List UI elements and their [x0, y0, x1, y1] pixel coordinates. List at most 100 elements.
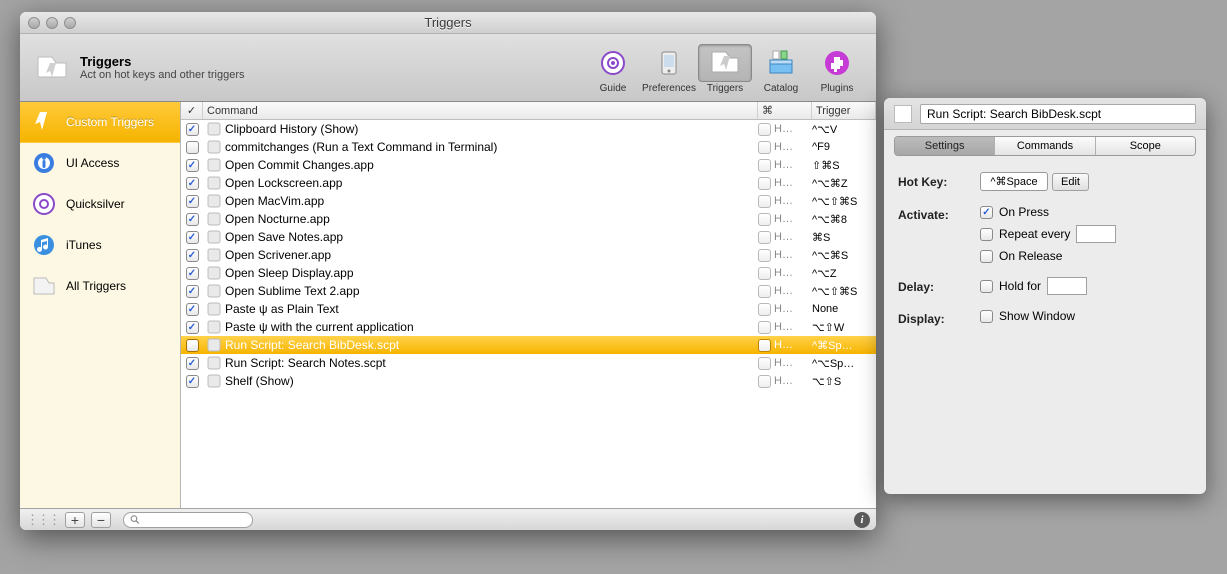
- scope-checkbox[interactable]: [758, 123, 771, 136]
- scope-checkbox[interactable]: [758, 375, 771, 388]
- table-row[interactable]: Run Script: Search Notes.scptH…^⌥Sp…: [181, 354, 876, 372]
- scope-label: H…: [774, 195, 793, 207]
- table-row[interactable]: Open Scrivener.appH…^⌥⌘S: [181, 246, 876, 264]
- table-row[interactable]: Open MacVim.appH…^⌥⇧⌘S: [181, 192, 876, 210]
- command-label: Open MacVim.app: [225, 194, 324, 208]
- search-field[interactable]: [123, 512, 253, 528]
- sidebar-item-qs[interactable]: Quicksilver: [20, 184, 180, 225]
- enabled-checkbox[interactable]: [186, 339, 199, 352]
- checkbox-icon: [980, 250, 993, 263]
- col-trigger[interactable]: Trigger: [812, 102, 876, 119]
- table-row[interactable]: commitchanges (Run a Text Command in Ter…: [181, 138, 876, 156]
- table-row[interactable]: Paste ψ with the current applicationH…⌥⇧…: [181, 318, 876, 336]
- zoom-button[interactable]: [64, 17, 76, 29]
- titlebar[interactable]: Triggers: [20, 12, 876, 34]
- onrelease-checkbox[interactable]: On Release: [980, 249, 1192, 263]
- scope-checkbox[interactable]: [758, 177, 771, 190]
- toolbar-triggers[interactable]: Triggers: [698, 42, 752, 94]
- repeat-checkbox[interactable]: Repeat every: [980, 225, 1192, 243]
- item-icon: [207, 122, 221, 136]
- enabled-checkbox[interactable]: [186, 285, 199, 298]
- hotkey-value[interactable]: ^⌘Space: [980, 172, 1048, 191]
- close-button[interactable]: [28, 17, 40, 29]
- scope-checkbox[interactable]: [758, 339, 771, 352]
- toolbar-catalog[interactable]: Catalog: [754, 42, 808, 94]
- toolbar-plugins[interactable]: Plugins: [810, 42, 864, 94]
- itunes-icon: [30, 231, 58, 259]
- enabled-checkbox[interactable]: [186, 249, 199, 262]
- repeat-value[interactable]: [1076, 225, 1116, 243]
- col-command[interactable]: Command: [203, 102, 758, 119]
- table-row[interactable]: Paste ψ as Plain TextH…None: [181, 300, 876, 318]
- table-row[interactable]: Shelf (Show)H…⌥⇧S: [181, 372, 876, 390]
- toolbar-preferences[interactable]: Preferences: [642, 42, 696, 94]
- enabled-checkbox[interactable]: [186, 375, 199, 388]
- enabled-checkbox[interactable]: [186, 177, 199, 190]
- table-row[interactable]: Open Lockscreen.appH…^⌥⌘Z: [181, 174, 876, 192]
- tab-commands[interactable]: Commands: [995, 137, 1095, 155]
- holdfor-value[interactable]: [1047, 277, 1087, 295]
- table-row[interactable]: Clipboard History (Show)H…^⌥V: [181, 120, 876, 138]
- enabled-checkbox[interactable]: [186, 267, 199, 280]
- traffic-lights: [28, 17, 76, 29]
- enabled-checkbox[interactable]: [186, 357, 199, 370]
- item-icon: [207, 176, 221, 190]
- table-row[interactable]: Open Commit Changes.appH…⇧⌘S: [181, 156, 876, 174]
- tab-settings[interactable]: Settings: [895, 137, 995, 155]
- sidebar-item-all[interactable]: All Triggers: [20, 266, 180, 307]
- minimize-button[interactable]: [46, 17, 58, 29]
- tab-scope[interactable]: Scope: [1096, 137, 1195, 155]
- enabled-checkbox[interactable]: [186, 159, 199, 172]
- footer: ⋮⋮⋮ + − i: [20, 508, 876, 530]
- search-input[interactable]: [144, 514, 246, 526]
- enabled-checkbox[interactable]: [186, 213, 199, 226]
- scope-checkbox[interactable]: [758, 141, 771, 154]
- trigger-name-input[interactable]: [920, 104, 1196, 124]
- scope-checkbox[interactable]: [758, 159, 771, 172]
- table-row[interactable]: Run Script: Search BibDesk.scptH…^⌘Sp…: [181, 336, 876, 354]
- sidebar-item-itunes[interactable]: iTunes: [20, 225, 180, 266]
- sidebar-item-custom[interactable]: Custom Triggers: [20, 102, 180, 143]
- holdfor-checkbox[interactable]: Hold for: [980, 277, 1192, 295]
- enabled-checkbox[interactable]: [186, 303, 199, 316]
- enabled-checkbox[interactable]: [186, 141, 199, 154]
- toolbar-guide[interactable]: Guide: [586, 42, 640, 94]
- info-button[interactable]: i: [854, 512, 870, 528]
- enabled-checkbox[interactable]: [186, 231, 199, 244]
- checkbox-icon: [980, 206, 993, 219]
- showwindow-checkbox[interactable]: Show Window: [980, 309, 1192, 323]
- onpress-checkbox[interactable]: On Press: [980, 205, 1192, 219]
- hotkey-label: Hot Key:: [898, 172, 968, 189]
- enabled-checkbox[interactable]: [186, 321, 199, 334]
- enabled-checkbox[interactable]: [186, 123, 199, 136]
- col-enabled[interactable]: ✓: [181, 102, 203, 119]
- sidebar-item-ui[interactable]: UI Access: [20, 143, 180, 184]
- table-row[interactable]: Open Sleep Display.appH…^⌥Z: [181, 264, 876, 282]
- scope-checkbox[interactable]: [758, 285, 771, 298]
- add-button[interactable]: +: [65, 512, 85, 528]
- scope-checkbox[interactable]: [758, 195, 771, 208]
- edit-button[interactable]: Edit: [1052, 173, 1089, 191]
- scope-checkbox[interactable]: [758, 249, 771, 262]
- scope-label: H…: [774, 123, 793, 135]
- enabled-checkbox[interactable]: [186, 195, 199, 208]
- remove-button[interactable]: −: [91, 512, 111, 528]
- table-row[interactable]: Open Sublime Text 2.appH…^⌥⇧⌘S: [181, 282, 876, 300]
- sizer-icon[interactable]: ⋮⋮⋮: [26, 512, 59, 528]
- scope-checkbox[interactable]: [758, 357, 771, 370]
- trigger-label: ^⌥⌘Z: [812, 177, 876, 190]
- scope-checkbox[interactable]: [758, 267, 771, 280]
- col-scope[interactable]: ⌘: [758, 102, 812, 119]
- command-label: Open Nocturne.app: [225, 212, 330, 226]
- trigger-list: ✓ Command ⌘ Trigger Clipboard History (S…: [181, 102, 876, 508]
- scope-checkbox[interactable]: [758, 303, 771, 316]
- scope-label: H…: [774, 159, 793, 171]
- table-row[interactable]: Open Nocturne.appH…^⌥⌘8: [181, 210, 876, 228]
- scope-checkbox[interactable]: [758, 213, 771, 226]
- sidebar-item-label: Quicksilver: [66, 197, 125, 211]
- scope-label: H…: [774, 339, 793, 351]
- scope-checkbox[interactable]: [758, 321, 771, 334]
- table-row[interactable]: Open Save Notes.appH…⌘S: [181, 228, 876, 246]
- scope-checkbox[interactable]: [758, 231, 771, 244]
- catalog-icon: [754, 44, 808, 82]
